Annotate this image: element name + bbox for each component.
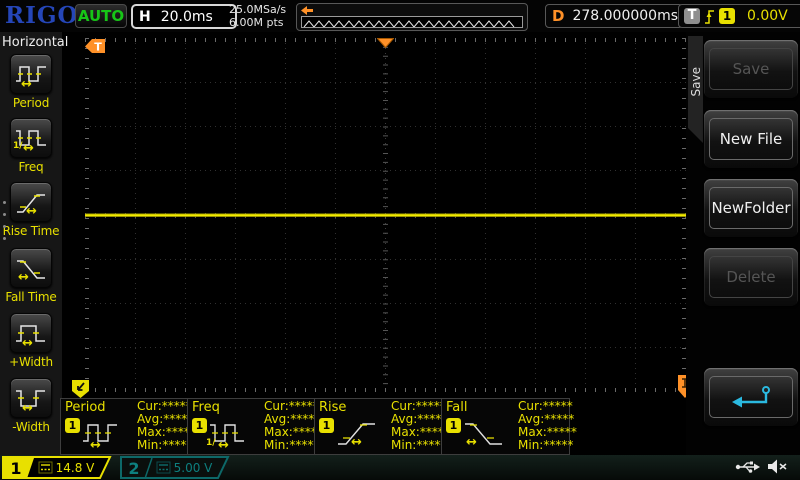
top-status-bar: RIGOL AUTO H 20.0ms 25.0MSa/s 6.00M pts … bbox=[0, 0, 800, 32]
trigger-position-triangle bbox=[377, 38, 394, 48]
trigger-left-tag: T bbox=[85, 39, 105, 54]
svg-text:T: T bbox=[94, 41, 102, 54]
left-function-menu: Horizontal ↔ Period 1/ ↔ Freq ↔ Rise Tim… bbox=[0, 32, 68, 456]
measurement-panel-freq[interactable]: Freq 1 1/ ↔ Cur:***** Avg:***** Max:****… bbox=[187, 398, 323, 455]
menu-item-plus-width[interactable]: ↔ +Width bbox=[0, 313, 62, 369]
period-wave-icon: ↔ bbox=[82, 415, 128, 452]
measurement-panel-fall[interactable]: Fall 1 ↔ Cur:***** Avg:***** Max:***** M… bbox=[441, 398, 577, 455]
menu-item-rise-time[interactable]: ↔ Rise Time bbox=[0, 182, 62, 238]
new-folder-button[interactable]: NewFolder bbox=[704, 179, 798, 237]
memory-depth: 6.00M pts bbox=[229, 16, 284, 29]
measurement-panel-rise[interactable]: Rise 1 ↔ Cur:***** Avg:***** Max:***** M… bbox=[314, 398, 450, 455]
trigger-label: T bbox=[684, 8, 700, 24]
return-arrow-icon bbox=[732, 386, 770, 408]
freq-wave-icon: 1/ ↔ bbox=[206, 415, 255, 452]
return-button[interactable] bbox=[704, 368, 798, 426]
menu-item-period[interactable]: ↔ Period bbox=[0, 54, 62, 110]
source-badge: 1 bbox=[319, 418, 334, 433]
svg-text:1: 1 bbox=[10, 459, 21, 478]
rise-time-icon: ↔ bbox=[15, 188, 47, 218]
channel2-badge[interactable]: 2 5.00 V bbox=[120, 456, 233, 479]
new-file-button[interactable]: New File bbox=[704, 110, 798, 168]
bottom-status-bar: 1 14.8 V 2 5.00 V bbox=[0, 455, 800, 480]
period-icon: ↔ bbox=[15, 60, 47, 91]
horizontal-timebase-box[interactable]: H 20.0ms bbox=[131, 4, 237, 29]
menu-item-minus-width[interactable]: ↔ -Width bbox=[0, 378, 62, 434]
plus-width-icon: ↔ bbox=[15, 319, 47, 350]
speaker-muted-icon bbox=[768, 459, 787, 474]
oscilloscope-screen: RIGOL AUTO H 20.0ms 25.0MSa/s 6.00M pts … bbox=[0, 0, 800, 480]
menu-item-freq[interactable]: 1/ ↔ Freq bbox=[0, 118, 62, 174]
acquisition-info: 25.0MSa/s 6.00M pts bbox=[229, 3, 286, 29]
rising-edge-icon bbox=[705, 9, 714, 24]
waveform-position-bar[interactable] bbox=[296, 3, 528, 31]
measurement-panel-period[interactable]: Period 1 ↔ Cur:***** Avg:***** Max:*****… bbox=[60, 398, 196, 455]
delay-label: D bbox=[552, 7, 565, 25]
save-button[interactable]: Save bbox=[704, 40, 798, 98]
run-status-badge: AUTO bbox=[75, 4, 127, 28]
svg-text:5.00 V: 5.00 V bbox=[174, 461, 214, 475]
trigger-level-value: 0.00V bbox=[747, 8, 788, 24]
delete-button[interactable]: Delete bbox=[704, 248, 798, 306]
rise-wave-icon: ↔ bbox=[336, 415, 382, 449]
menu-tab-save: Save bbox=[688, 36, 703, 128]
menu-item-fall-time[interactable]: ↔ Fall Time bbox=[0, 248, 62, 304]
menu-page-dots bbox=[3, 192, 6, 249]
source-badge: 1 bbox=[65, 418, 80, 433]
right-soft-menu: Save Save New File NewFolder Delete bbox=[686, 32, 800, 456]
menu-tab-notch bbox=[688, 128, 703, 143]
channel1-badge[interactable]: 1 14.8 V bbox=[2, 456, 115, 479]
source-badge: 1 bbox=[192, 418, 207, 433]
graticule bbox=[85, 38, 686, 392]
sample-rate: 25.0MSa/s bbox=[229, 3, 287, 16]
fall-time-icon: ↔ bbox=[15, 254, 47, 284]
stat-min: Min:***** bbox=[518, 438, 574, 452]
svg-text:14.8 V: 14.8 V bbox=[56, 461, 96, 475]
delay-value: 278.000000ms bbox=[572, 8, 678, 24]
left-arrow-icon bbox=[301, 6, 313, 15]
fall-wave-icon: ↔ bbox=[463, 415, 509, 449]
timebase-value: 20.0ms bbox=[160, 8, 213, 25]
trigger-source-badge: 1 bbox=[719, 8, 735, 24]
usb-icon bbox=[735, 461, 760, 473]
source-badge: 1 bbox=[446, 418, 461, 433]
minus-width-icon: ↔ bbox=[15, 384, 47, 415]
waveform-preview bbox=[301, 16, 523, 28]
trigger-delay-box[interactable]: D 278.000000ms bbox=[545, 4, 683, 28]
freq-icon: 1/ ↔ bbox=[13, 124, 47, 155]
ch1-position-tag bbox=[72, 380, 89, 398]
ch1-trace bbox=[85, 213, 686, 217]
svg-text:2: 2 bbox=[128, 459, 139, 478]
menu-title: Horizontal bbox=[2, 35, 69, 50]
trigger-info-box[interactable]: T 1 0.00V bbox=[678, 4, 800, 28]
horizontal-label: H bbox=[139, 8, 151, 25]
